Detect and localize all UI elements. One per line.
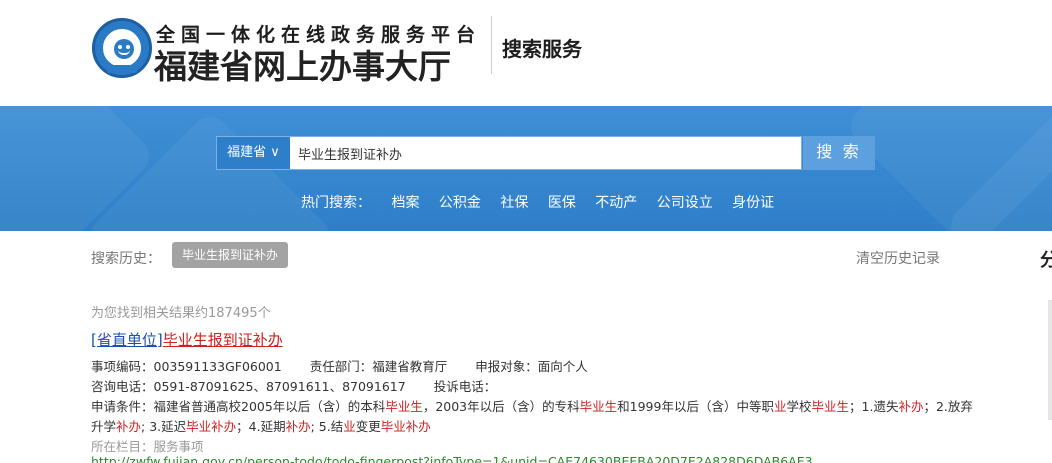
keyword-highlight: 毕业补办 (380, 419, 431, 434)
site-logo-emblem[interactable] (92, 18, 152, 78)
hot-search-label: 热门搜索： (301, 195, 371, 211)
result-count: 为您找到相关结果约187495个 (91, 306, 271, 321)
logo-ribbon (107, 65, 137, 73)
search-input[interactable] (292, 137, 800, 169)
result-title-link[interactable]: [省直单位]毕业生报到证补办 (91, 329, 283, 350)
cut-off-heading: 分 (1040, 250, 1052, 271)
keyword-highlight: 补办 (898, 399, 924, 414)
consult-phone: 咨询电话：0591-87091625、87091611、87091617 (91, 379, 406, 394)
smile-face-icon (114, 39, 134, 59)
keyword-highlight: 毕业生 (579, 399, 618, 414)
condition-text: 和1999年以后（含）中等职 (617, 399, 774, 414)
applicant-target: 申报对象：面向个人 (475, 359, 588, 374)
site-title[interactable]: 福建省网上办事大厅 (154, 40, 451, 88)
result-meta-row: 事项编码：003591133GF06001 责任部门：福建省教育厅 申报对象：面向个… (91, 356, 588, 375)
hot-search-item[interactable]: 不动产 (595, 195, 637, 211)
item-code: 事项编码：003591133GF06001 (91, 359, 282, 374)
result-conditions-row: 申请条件：福建省普通高校2005年以后（含）的本科毕业生，2003年以后（含）的… (91, 396, 973, 415)
result-conditions-row: 升学补办; 3.延迟毕业补办；4.延期补办; 5.结业变更毕业补办 (91, 416, 431, 435)
keyword-highlight: 补办 (116, 419, 142, 434)
hot-search-item[interactable]: 公司设立 (657, 195, 713, 211)
condition-text: ; 5.结 (310, 419, 344, 434)
keyword-highlight: 业 (343, 419, 356, 434)
keyword-highlight: 毕业生 (385, 399, 423, 414)
keyword-highlight: 毕业生 (811, 399, 850, 414)
keyword-highlight: 业 (773, 399, 787, 414)
region-select[interactable]: 福建省 ∨ (217, 137, 291, 169)
result-url-link[interactable]: http://zwfw.fujian.gov.cn/person-todo/to… (91, 454, 813, 463)
keyword-highlight: 补办 (285, 419, 311, 434)
logo-eye-left (118, 45, 122, 49)
condition-text: ，2003年以后（含）的专科 (422, 399, 580, 414)
search-banner: 福建省 ∨ 搜 索 热门搜索： 档案 公积金 社保 医保 不动产 公司设立 身份… (0, 106, 1052, 231)
logo-ring (101, 27, 143, 69)
header-divider (491, 16, 492, 74)
section-title: 搜索服务 (502, 37, 582, 61)
search-button[interactable]: 搜 索 (803, 136, 875, 170)
search-box: 福建省 ∨ (216, 136, 802, 170)
complaint-phone: 投诉电话： (433, 379, 497, 394)
condition-text: 升学 (91, 419, 117, 434)
hot-search-item[interactable]: 公积金 (439, 195, 481, 211)
hot-search-bar: 热门搜索： 档案 公积金 社保 医保 不动产 公司设立 身份证 (301, 192, 789, 212)
hot-search-item[interactable]: 医保 (548, 195, 576, 211)
condition-text: 变更 (355, 419, 381, 434)
condition-text: 申请条件：福建省普通高校2005年以后（含）的本科 (91, 399, 386, 414)
hot-search-item[interactable]: 社保 (500, 195, 528, 211)
responsible-dept: 责任部门：福建省教育厅 (309, 359, 448, 374)
scrollbar[interactable] (1048, 300, 1052, 420)
logo-eye-right (126, 45, 130, 49)
site-header: 全国一体化在线政务服务平台 福建省网上办事大厅 搜索服务 (0, 0, 1052, 106)
clear-history-link[interactable]: 清空历史记录 (856, 248, 940, 268)
search-history-label: 搜索历史： (91, 251, 161, 267)
search-history-chip[interactable]: 毕业生报到证补办 (172, 242, 289, 268)
result-category-tag[interactable]: [省直单位] (91, 331, 163, 349)
result-contact-row: 咨询电话：0591-87091625、87091611、87091617 投诉电话… (91, 376, 496, 395)
condition-text: ；2.放弃 (923, 399, 973, 414)
condition-text: ; 3.延迟 (141, 419, 187, 434)
result-title-text[interactable]: 毕业生报到证补办 (163, 331, 283, 349)
keyword-highlight: 毕业补办 (186, 419, 237, 434)
logo-mouth (118, 50, 130, 55)
hot-search-item[interactable]: 身份证 (732, 195, 774, 211)
condition-text: 学校 (786, 399, 812, 414)
condition-text: ；4.延期 (236, 419, 286, 434)
result-column: 所在栏目：服务事项 (91, 439, 204, 454)
condition-text: ；1.遗失 (849, 399, 899, 414)
hot-search-item[interactable]: 档案 (391, 195, 419, 211)
